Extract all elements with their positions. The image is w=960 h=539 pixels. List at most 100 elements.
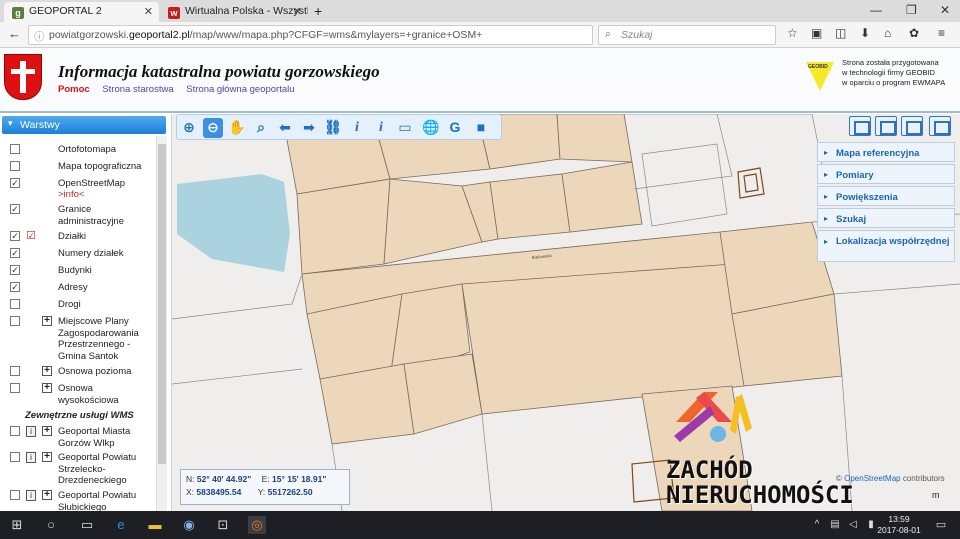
tab-geoportal[interactable]: g GEOPORTAL 2 ✕ bbox=[4, 2, 159, 22]
panel-toggle-icon[interactable] bbox=[929, 116, 951, 136]
layers-header[interactable]: Warstwy bbox=[2, 116, 166, 134]
app-icon[interactable]: ◉ bbox=[180, 516, 198, 534]
back-icon[interactable]: ← bbox=[8, 26, 21, 41]
notifications-icon[interactable]: ▭ bbox=[932, 516, 950, 534]
layer-checkbox[interactable] bbox=[10, 144, 20, 154]
address-bar[interactable]: ⓘ powiatgorzowski.geoportal2.pl/map/www/… bbox=[28, 25, 593, 45]
expand-icon[interactable]: + bbox=[42, 452, 52, 462]
expand-icon[interactable]: + bbox=[42, 490, 52, 500]
panel-lokalizacja[interactable]: Lokalizacja współrzędnej bbox=[817, 230, 955, 262]
map-toolbar: ⊕ ⊖ ✋ ⌕ ⬅ ➡ ⛓ i i ▭ 🌐 G ■ bbox=[176, 114, 502, 140]
watermark-mark-icon bbox=[674, 392, 752, 442]
file-explorer-icon[interactable]: ▬ bbox=[146, 516, 164, 534]
camera-icon[interactable]: ■ bbox=[471, 118, 491, 138]
credits-text: Strona została przygotowana w technologi… bbox=[842, 58, 946, 87]
panel-mapa-referencyjna[interactable]: Mapa referencyjna bbox=[817, 142, 955, 162]
layer-checkbox[interactable] bbox=[10, 366, 20, 376]
windows-start-icon[interactable]: ⊞ bbox=[8, 516, 26, 534]
layer-checkbox[interactable] bbox=[10, 426, 20, 436]
layer-checkbox[interactable] bbox=[10, 316, 20, 326]
layer-checkbox[interactable]: ✓ bbox=[10, 265, 20, 275]
layout-full-icon[interactable] bbox=[849, 116, 871, 136]
page-header: Informacja katastralna powiatu gorzowski… bbox=[0, 48, 960, 113]
layer-checkbox[interactable]: ✓ bbox=[10, 282, 20, 292]
layer-checkbox[interactable] bbox=[10, 490, 20, 500]
info-list-icon[interactable]: i bbox=[371, 118, 391, 138]
panel-powiekszenia[interactable]: Powiększenia bbox=[817, 186, 955, 206]
edge-icon[interactable]: e bbox=[112, 516, 130, 534]
network-icon[interactable]: ▤ bbox=[826, 516, 844, 534]
task-view-icon[interactable]: ▭ bbox=[78, 516, 96, 534]
layer-checkbox[interactable] bbox=[10, 452, 20, 462]
wp-icon: w bbox=[168, 7, 180, 19]
info-icon[interactable]: i bbox=[347, 118, 367, 138]
zoom-box-icon[interactable]: ⌕ bbox=[251, 118, 271, 138]
info-icon[interactable]: i bbox=[26, 490, 36, 501]
firefox-icon[interactable]: ◎ bbox=[248, 516, 266, 534]
back-arrow-icon[interactable]: ⬅ bbox=[275, 118, 295, 138]
help-link[interactable]: Pomoc bbox=[58, 84, 90, 95]
volume-icon[interactable]: ◁ bbox=[844, 516, 862, 534]
layer-checkbox[interactable] bbox=[10, 161, 20, 171]
g-icon: g bbox=[12, 7, 24, 19]
zoom-out-icon[interactable]: ⊖ bbox=[203, 118, 223, 138]
header-links: Pomoc Strona starostwa Strona główna geo… bbox=[58, 84, 305, 95]
geobid-logo[interactable] bbox=[806, 62, 834, 91]
windows-taskbar: ⊞ ○ ▭ e ▬ ◉ ⊡ ◎ ^ ▤ ◁ ▮ 13:59 2017-08-01… bbox=[0, 511, 960, 539]
new-tab-button[interactable]: + bbox=[314, 3, 322, 19]
search-icon[interactable]: ○ bbox=[42, 516, 60, 534]
info-icon[interactable]: i bbox=[26, 452, 36, 463]
restore-icon[interactable]: ❐ bbox=[906, 3, 917, 17]
layer-checkbox[interactable] bbox=[10, 299, 20, 309]
starostwo-link[interactable]: Strona starostwa bbox=[102, 84, 173, 95]
addon-icon[interactable]: ✿ bbox=[909, 26, 919, 40]
link-icon[interactable]: ⛓ bbox=[323, 118, 343, 138]
scrollbar-thumb[interactable] bbox=[158, 144, 166, 464]
geoportal-home-link[interactable]: Strona główna geoportalu bbox=[186, 84, 294, 95]
coordinates-readout: N: 52° 40' 44.92" E: 15° 15' 18.91" X: 5… bbox=[180, 469, 350, 505]
layout-split-icon[interactable] bbox=[875, 116, 897, 136]
search-input[interactable]: ⌕ Szukaj bbox=[598, 25, 776, 45]
layer-checkbox[interactable]: ✓ bbox=[10, 248, 20, 258]
bookmark-star-icon[interactable]: ☆ bbox=[787, 26, 798, 40]
sidebar-scrollbar[interactable] bbox=[156, 136, 167, 511]
expand-icon[interactable]: + bbox=[42, 426, 52, 436]
panel-pomiary[interactable]: Pomiary bbox=[817, 164, 955, 184]
expand-icon[interactable]: + bbox=[42, 366, 52, 376]
download-icon[interactable]: ⬇ bbox=[860, 26, 870, 40]
close-icon[interactable]: ✕ bbox=[293, 5, 302, 18]
globe-icon[interactable]: 🌐 bbox=[421, 118, 441, 138]
measure-icon[interactable]: ▭ bbox=[395, 118, 415, 138]
info-circle-icon[interactable]: ⓘ bbox=[34, 29, 45, 44]
reading-list-icon[interactable]: ▣ bbox=[811, 26, 822, 40]
osm-info-link[interactable]: >info< bbox=[58, 189, 154, 201]
layer-checkbox[interactable] bbox=[10, 383, 20, 393]
window-close-icon[interactable]: ✕ bbox=[940, 3, 950, 17]
tab-wp[interactable]: w Wirtualna Polska - Wszystko ✕ bbox=[160, 2, 308, 22]
menu-icon[interactable]: ≡ bbox=[938, 26, 945, 40]
layer-checkbox[interactable]: ✓ bbox=[10, 231, 20, 241]
export-icon[interactable] bbox=[901, 116, 923, 136]
close-icon[interactable]: ✕ bbox=[144, 5, 153, 18]
home-icon[interactable]: ⌂ bbox=[884, 26, 891, 40]
clock[interactable]: 13:59 2017-08-01 bbox=[876, 514, 922, 536]
layers-panel: Warstwy Ortofotomapa Mapa topograficzna … bbox=[0, 114, 172, 511]
google-icon[interactable]: G bbox=[445, 118, 465, 138]
layer-checkbox[interactable]: ✓ bbox=[10, 178, 20, 188]
pocket-icon[interactable]: ◫ bbox=[835, 26, 846, 40]
tray-icons[interactable]: ^ bbox=[808, 516, 826, 534]
expand-icon[interactable]: + bbox=[42, 316, 52, 326]
expand-icon[interactable]: + bbox=[42, 383, 52, 393]
pan-hand-icon[interactable]: ✋ bbox=[227, 118, 247, 138]
legend-icon[interactable]: ☑ bbox=[26, 229, 36, 242]
minimize-icon[interactable]: — bbox=[870, 3, 882, 17]
layer-checkbox[interactable]: ✓ bbox=[10, 204, 20, 214]
page-title: Informacja katastralna powiatu gorzowski… bbox=[58, 62, 380, 81]
store-icon[interactable]: ⊡ bbox=[214, 516, 232, 534]
panel-szukaj[interactable]: Szukaj bbox=[817, 208, 955, 228]
info-icon[interactable]: i bbox=[26, 426, 36, 437]
map-view[interactable]: Bielawska ⊕ ⊖ ✋ ⌕ ⬅ ➡ ⛓ i i ▭ 🌐 G ■ Mapa… bbox=[172, 114, 960, 511]
zoom-in-icon[interactable]: ⊕ bbox=[179, 118, 199, 138]
wms-section-title: Zewnętrzne usługi WMS bbox=[25, 410, 134, 421]
forward-arrow-icon[interactable]: ➡ bbox=[299, 118, 319, 138]
